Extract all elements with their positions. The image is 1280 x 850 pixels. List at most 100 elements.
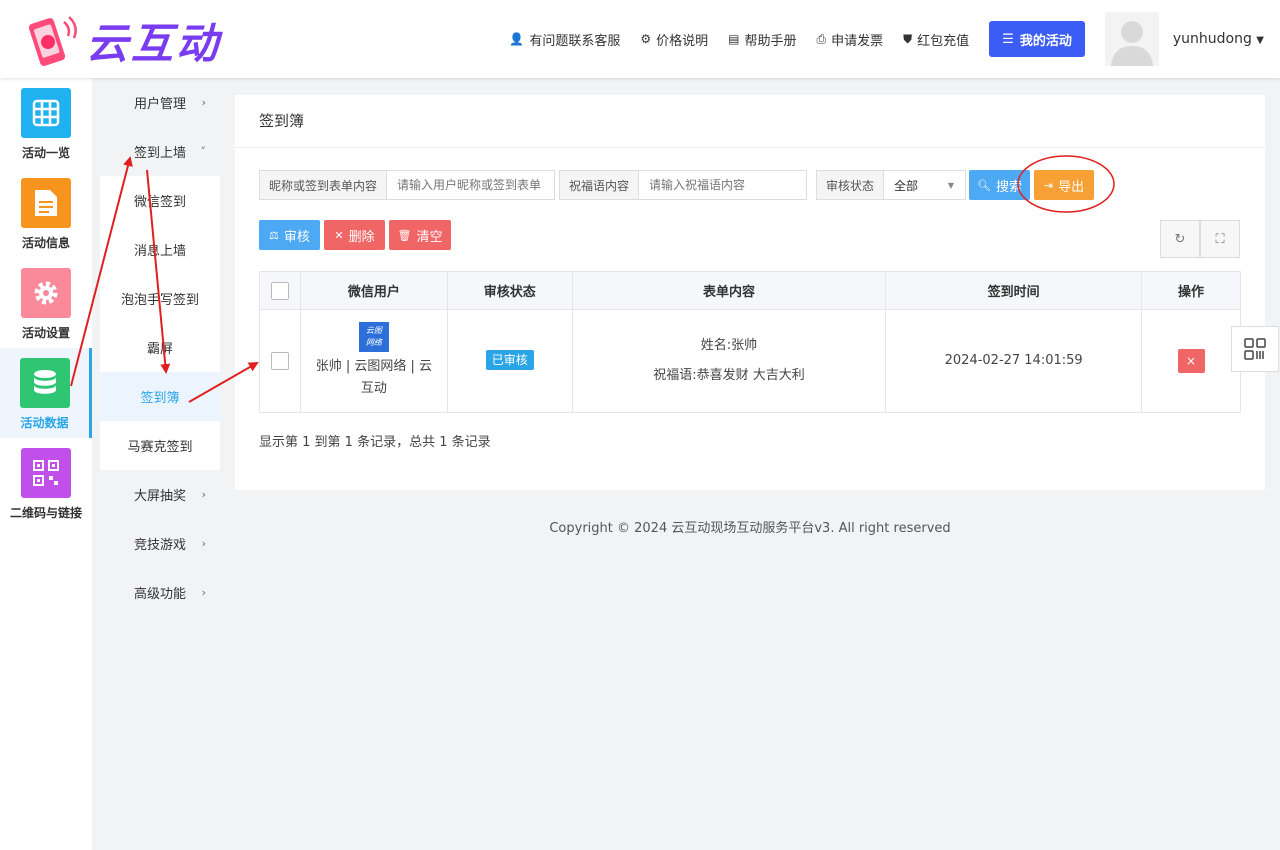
submenu-checkin-wall[interactable]: 签到上墙 ˅ — [100, 127, 220, 176]
time-cell: 2024-02-27 14:01:59 — [885, 309, 1143, 413]
phone-logo-icon — [28, 15, 77, 66]
nickname-filter-label: 昵称或签到表单内容 — [260, 171, 388, 199]
chevron-right-icon: › — [201, 488, 206, 501]
gear-icon: ⚙ — [640, 32, 652, 46]
nav-pricing[interactable]: ⚙ 价格说明 — [640, 30, 708, 49]
gear-icon — [21, 268, 71, 318]
refresh-button[interactable]: ↻ — [1160, 220, 1200, 258]
action-cell: × — [1141, 309, 1241, 413]
chevron-right-icon: › — [201, 537, 206, 550]
submenu-message-wall[interactable]: 消息上墙 — [100, 225, 220, 274]
logo-text: 云互动 — [86, 19, 222, 68]
trash-icon: 🗑︎ — [397, 228, 412, 242]
user-name: 张帅 | 云图网络 | 云互动 — [315, 359, 433, 396]
user-menu[interactable]: yunhudong ▼ — [1173, 31, 1264, 47]
floating-qrcode-button[interactable] — [1231, 326, 1279, 372]
user-cell: 云图 网络 张帅 | 云图网络 | 云互动 — [299, 309, 448, 413]
leftbar-item-qrcode-links[interactable]: 二维码与链接 — [0, 438, 92, 528]
leftbar-item-activity-data[interactable]: 活动数据 — [0, 348, 92, 438]
search-icon: 🔍︎ — [977, 178, 991, 192]
row-select-cell — [259, 309, 301, 413]
blessing-filter-label: 祝福语内容 — [560, 171, 640, 199]
form-line-blessing: 祝福语:恭喜发财 大吉大利 — [653, 368, 805, 383]
shield-check-icon: ⛊ — [903, 31, 913, 46]
printer-icon: ⎙ — [816, 31, 827, 46]
clear-button[interactable]: 🗑︎ 清空 — [389, 220, 451, 250]
top-header: 云互动 👤 有问题联系客服 ⚙ 价格说明 ▤ 帮助手册 ⎙ 申请发票 ⛊ 红包充值 ☰ 我的… — [0, 0, 1280, 78]
search-button[interactable]: 🔍︎ 搜索 — [969, 170, 1030, 200]
column-header-form: 表单内容 — [571, 271, 887, 310]
submenu-bubble-handwriting[interactable]: 泡泡手写签到 — [100, 274, 220, 323]
page-title: 签到簿 — [235, 95, 1265, 148]
fullscreen-button[interactable]: ⛶ — [1200, 220, 1240, 258]
chevron-down-icon: ˅ — [200, 145, 207, 158]
nickname-input[interactable] — [387, 171, 554, 199]
qrcode-icon — [21, 448, 71, 498]
delete-button[interactable]: ✕ 删除 — [324, 220, 385, 250]
caret-down-icon: ▼ — [1256, 35, 1264, 46]
submenu-user-management[interactable]: 用户管理 › — [100, 78, 220, 127]
submenu-screen-dominate[interactable]: 霸屏 — [100, 323, 220, 372]
user-avatar: 云图 网络 — [358, 322, 389, 352]
select-all-checkbox[interactable] — [270, 281, 289, 300]
nickname-filter: 昵称或签到表单内容 — [259, 170, 555, 200]
nav-contact-support[interactable]: 👤 有问题联系客服 — [509, 30, 620, 49]
submenu-competitive-games[interactable]: 竞技游戏 › — [100, 519, 220, 568]
submenu-mosaic-checkin[interactable]: 马赛克签到 — [100, 421, 220, 470]
column-header-status: 审核状态 — [446, 271, 573, 310]
approve-button[interactable]: ⚖ 审核 — [259, 220, 320, 250]
my-activity-button[interactable]: ☰ 我的活动 — [989, 21, 1085, 57]
nav-recharge[interactable]: ⛊ 红包充值 — [903, 30, 969, 49]
database-icon — [19, 358, 70, 408]
chevron-right-icon: › — [201, 586, 206, 599]
logo[interactable]: 云互动 — [22, 10, 221, 71]
table-row: 云图 网络 张帅 | 云图网络 | 云互动 已审核 姓名:张帅 祝福语:恭喜发财 … — [259, 309, 1241, 413]
refresh-icon: ↻ — [1174, 231, 1186, 247]
chevron-right-icon: › — [201, 96, 206, 109]
submenu-advanced-features[interactable]: 高级功能 › — [100, 568, 220, 617]
row-checkbox[interactable] — [270, 351, 289, 370]
book-icon: ▤ — [728, 32, 740, 46]
qrcode-icon — [1244, 338, 1266, 360]
avatar[interactable] — [1104, 12, 1159, 66]
status-cell: 已审核 — [446, 309, 573, 413]
leftbar-item-activity-settings[interactable]: 活动设置 — [0, 258, 92, 348]
main-card: 签到簿 昵称或签到表单内容 祝福语内容 审核状态 全部▼ 🔍︎搜索 ⇥导出 ⚖审… — [235, 95, 1265, 490]
submenu-empty-area — [100, 617, 220, 850]
column-header-time: 签到时间 — [885, 271, 1143, 310]
user-silhouette-icon — [1110, 21, 1153, 66]
gavel-icon: ⚖ — [269, 228, 279, 242]
blessing-input[interactable] — [639, 171, 806, 199]
nav-help-manual[interactable]: ▤ 帮助手册 — [728, 30, 796, 49]
form-cell: 姓名:张帅 祝福语:恭喜发财 大吉大利 — [571, 309, 887, 413]
status-filter: 审核状态 全部 ▼ — [816, 170, 966, 200]
checkin-table: 微信用户 审核状态 表单内容 签到时间 操作 云图 网络 张帅 | 云图网络 | … — [259, 271, 1241, 413]
leftbar-item-activity-info[interactable]: 活动信息 — [0, 168, 92, 258]
select-all-cell — [259, 271, 301, 310]
submenu-big-screen-lottery[interactable]: 大屏抽奖 › — [100, 470, 220, 519]
export-icon: ⇥ — [1043, 178, 1054, 192]
fullscreen-icon: ⛶ — [1215, 231, 1225, 247]
user-plus-icon: 👤 — [509, 32, 525, 46]
blessing-filter: 祝福语内容 — [559, 170, 807, 200]
grid-icon — [21, 88, 71, 138]
leftbar-item-activity-list[interactable]: 活动一览 — [0, 78, 92, 168]
nav-invoice[interactable]: ⎙ 申请发票 — [817, 30, 884, 49]
status-badge: 已审核 — [485, 350, 534, 370]
document-icon — [21, 178, 71, 228]
row-delete-button[interactable]: × — [1177, 349, 1205, 373]
caret-down-icon: ▼ — [947, 180, 955, 190]
submenu-wechat-checkin[interactable]: 微信签到 — [100, 176, 220, 225]
pagination-info: 显示第 1 到第 1 条记录，总共 1 条记录 — [259, 435, 491, 450]
column-header-user: 微信用户 — [299, 271, 448, 310]
export-button[interactable]: ⇥ 导出 — [1034, 170, 1094, 200]
list-icon: ☰ — [1002, 31, 1014, 47]
left-icon-bar: 活动一览 活动信息 活动设置 活动数据 二维码与链接 — [0, 78, 92, 850]
form-line-name: 姓名:张帅 — [700, 338, 758, 353]
status-select[interactable]: 全部 ▼ — [884, 171, 965, 199]
submenu-checkin-book[interactable]: 签到簿 — [100, 372, 220, 421]
column-header-action: 操作 — [1141, 271, 1241, 310]
close-icon: ✕ — [334, 228, 344, 242]
footer-copyright: Copyright © 2024 云互动现场互动服务平台v3. All righ… — [549, 521, 951, 536]
status-filter-label: 审核状态 — [817, 171, 885, 199]
